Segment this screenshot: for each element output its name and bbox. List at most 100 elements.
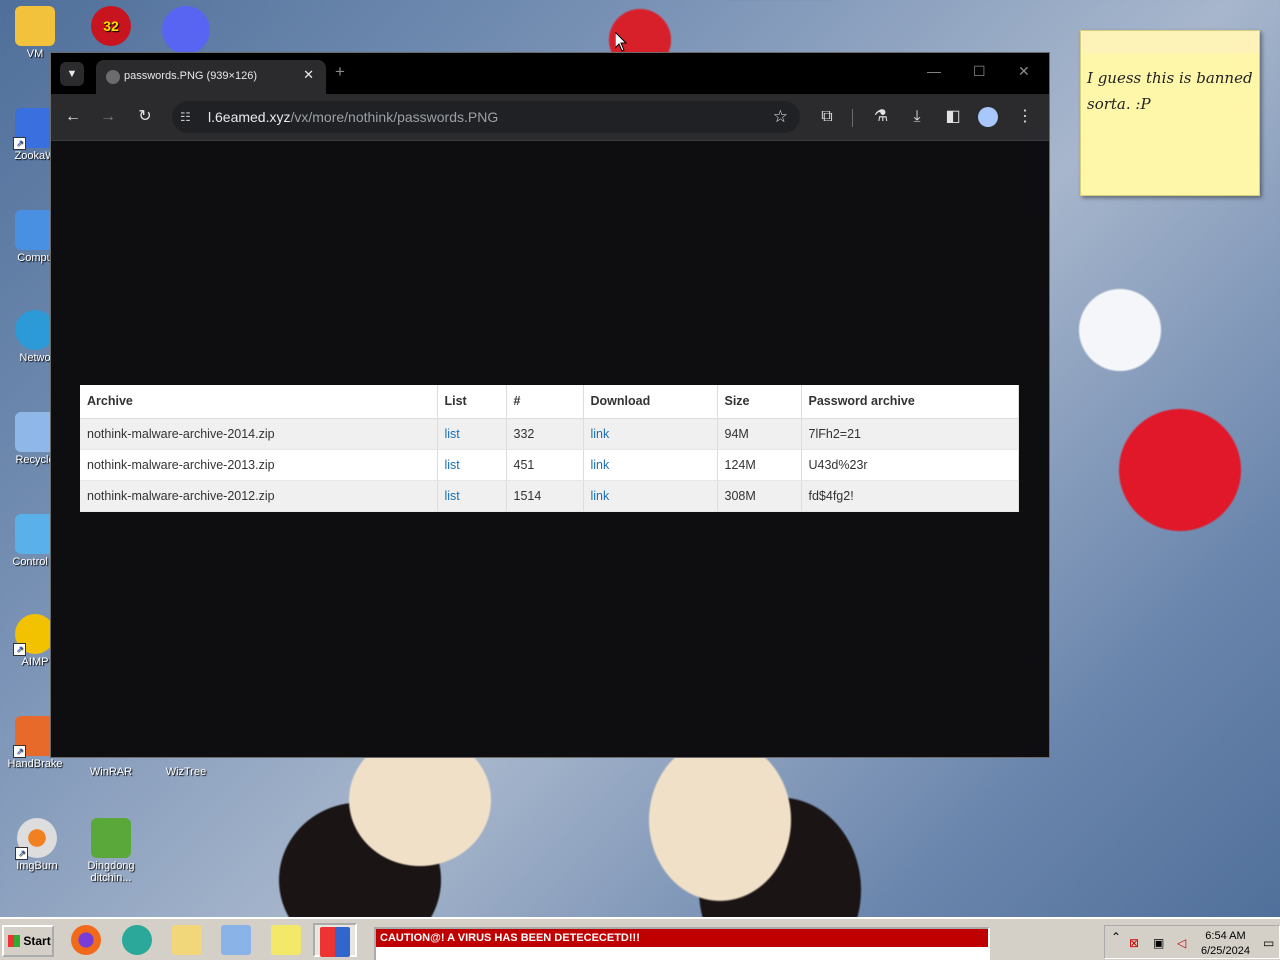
desktop-icon-label: Compu — [17, 252, 53, 264]
volume-muted-icon[interactable]: ◁ — [1177, 936, 1186, 950]
address-bar[interactable]: ☷ l.6eamed.xyz/vx/more/nothink/passwords… — [172, 101, 800, 133]
taskbar-active-app[interactable] — [313, 923, 357, 957]
browser-window: ▼ passwords.PNG (939×126) ✕ + — ☐ ✕ ← → … — [50, 52, 1050, 758]
windows-flag-icon — [8, 935, 20, 947]
virus-badge-icon: 32 — [91, 6, 131, 46]
desktop-icon-imgburn[interactable]: ↗ ImgBurn — [2, 818, 72, 872]
taskbar-sticky-notes[interactable] — [264, 923, 308, 957]
new-tab-button[interactable]: + — [335, 62, 345, 82]
desktop-icon-dingdong[interactable]: Dingdong ditchin... — [76, 818, 146, 884]
discord-icon — [162, 6, 210, 54]
password-cell: U43d%23r — [801, 449, 1019, 481]
side-panel-icon[interactable]: ◧ — [942, 106, 964, 128]
desktop-icon-discord[interactable] — [151, 6, 221, 56]
column-header: Size — [717, 385, 802, 419]
download-link: link — [583, 418, 718, 450]
folder-user-icon — [15, 6, 55, 46]
back-button[interactable]: ← — [62, 106, 84, 128]
tab-passwords-png[interactable]: passwords.PNG (939×126) ✕ — [96, 60, 326, 94]
column-header: Password archive — [801, 385, 1019, 419]
control-panel-icon — [15, 514, 55, 554]
table-row: nothink-malware-archive-2014.zip list 33… — [80, 418, 1019, 450]
clock-time: 6:54 AM — [1205, 930, 1246, 942]
sticky-note-titlebar[interactable] — [1081, 31, 1259, 53]
site-settings-icon[interactable]: ☷ — [180, 110, 191, 124]
size-cell: 308M — [717, 480, 802, 512]
minimize-button[interactable]: — — [927, 63, 941, 79]
url-text[interactable]: l.6eamed.xyz/vx/more/nothink/passwords.P… — [208, 109, 498, 125]
count-cell: 332 — [506, 418, 584, 450]
menu-kebab-icon[interactable]: ⋮ — [1014, 106, 1036, 128]
taskbar-explorer[interactable] — [165, 923, 209, 957]
network-error-icon[interactable]: ⊠ — [1129, 936, 1139, 950]
list-link: list — [437, 418, 507, 450]
show-desktop-icon[interactable]: ▭ — [1263, 936, 1274, 950]
count-cell: 1514 — [506, 480, 584, 512]
handbrake-icon: ↗ — [13, 716, 55, 758]
taskbar-messenger[interactable] — [115, 923, 159, 957]
url-host: l.6eamed.xyz — [208, 109, 291, 125]
computer-icon — [15, 210, 55, 250]
virus-alert-window[interactable]: CAUTION@! A VIRUS HAS BEEN DETECECETD!!! — [374, 927, 990, 960]
sticky-note-text[interactable]: I guess this is banned sorta. :P — [1081, 53, 1259, 129]
tab-search-button[interactable]: ▼ — [60, 62, 84, 86]
forward-button[interactable]: → — [97, 106, 119, 128]
recycle-bin-icon — [15, 412, 55, 452]
archive-cell: nothink-malware-archive-2014.zip — [80, 418, 438, 450]
bookmark-star-icon[interactable]: ☆ — [773, 107, 788, 127]
mouse-cursor-icon — [615, 32, 627, 52]
firefox-icon — [71, 925, 101, 955]
clock[interactable]: 6:54 AM 6/25/2024 — [1201, 929, 1250, 959]
reload-button[interactable]: ↻ — [134, 106, 156, 128]
close-icon[interactable]: ✕ — [303, 67, 314, 83]
aimp-icon: ↗ — [13, 614, 55, 656]
desktop-icon-label: AIMP — [21, 656, 49, 668]
start-label: Start — [23, 934, 51, 948]
extensions-puzzle-icon[interactable]: ⧉ — [816, 106, 838, 128]
desktop-icon-label: VM — [26, 48, 44, 60]
profile-avatar-icon[interactable] — [978, 107, 998, 127]
desktop-icon-badge-app[interactable]: 32 — [76, 6, 146, 48]
zookaware-icon: ↗ — [13, 108, 55, 150]
toolbar-divider — [852, 109, 853, 127]
file-explorer-icon — [172, 925, 202, 955]
table-header-row: Archive List # Download Size Password ar… — [80, 385, 1019, 419]
column-header: List — [437, 385, 507, 419]
virus-alert-title: CAUTION@! A VIRUS HAS BEEN DETECECETD!!! — [376, 929, 988, 947]
taskbar-control-panel[interactable] — [214, 923, 258, 957]
desktop-icon-label: HandBrake — [7, 758, 63, 770]
chevron-up-icon[interactable]: ⌃ — [1111, 930, 1121, 944]
dingdong-icon — [91, 818, 131, 858]
network-globe-icon — [15, 310, 55, 350]
size-cell: 94M — [717, 418, 802, 450]
display-icon[interactable]: ▣ — [1153, 936, 1164, 950]
taskbar: Start CAUTION@! A VIRUS HAS BEEN DETECEC… — [0, 917, 1280, 960]
maximize-button[interactable]: ☐ — [973, 63, 986, 80]
desktop-icon-label: Recycle — [15, 454, 55, 466]
url-path: /vx/more/nothink/passwords.PNG — [290, 109, 499, 125]
start-button[interactable]: Start — [2, 925, 54, 957]
sticky-note-line: sorta. :P — [1087, 95, 1151, 113]
download-icon[interactable]: ⤓ — [906, 106, 928, 128]
windows-logo-icon — [320, 927, 350, 957]
desktop-icon-label: Dingdong ditchin... — [87, 860, 135, 884]
sticky-notes-icon — [271, 925, 301, 955]
chat-app-icon — [122, 925, 152, 955]
desktop-icon-label: WizTree — [165, 766, 207, 778]
clock-date: 6/25/2024 — [1201, 945, 1250, 957]
window-close-button[interactable]: ✕ — [1018, 63, 1030, 80]
system-tray: ⌃ ⊠ ▣ ◁ 6:54 AM 6/25/2024 ▭ — [1104, 925, 1280, 959]
size-cell: 124M — [717, 449, 802, 481]
download-link: link — [583, 480, 718, 512]
list-link: list — [437, 480, 507, 512]
desktop-icon-label: ImgBurn — [16, 860, 58, 872]
password-cell: 7lFh2=21 — [801, 418, 1019, 450]
labs-flask-icon[interactable]: ⚗ — [870, 106, 892, 128]
desktop-icon-label: Netwo — [19, 352, 51, 364]
sticky-note[interactable]: I guess this is banned sorta. :P — [1080, 30, 1260, 196]
sticky-note-line: I guess this is banned — [1087, 69, 1253, 87]
desktop-icon-label: WinRAR — [89, 766, 133, 778]
browser-titlebar: ▼ passwords.PNG (939×126) ✕ + — ☐ ✕ — [51, 53, 1049, 94]
browser-toolbar: ← → ↻ ☷ l.6eamed.xyz/vx/more/nothink/pas… — [51, 94, 1049, 141]
taskbar-firefox[interactable] — [64, 923, 108, 957]
